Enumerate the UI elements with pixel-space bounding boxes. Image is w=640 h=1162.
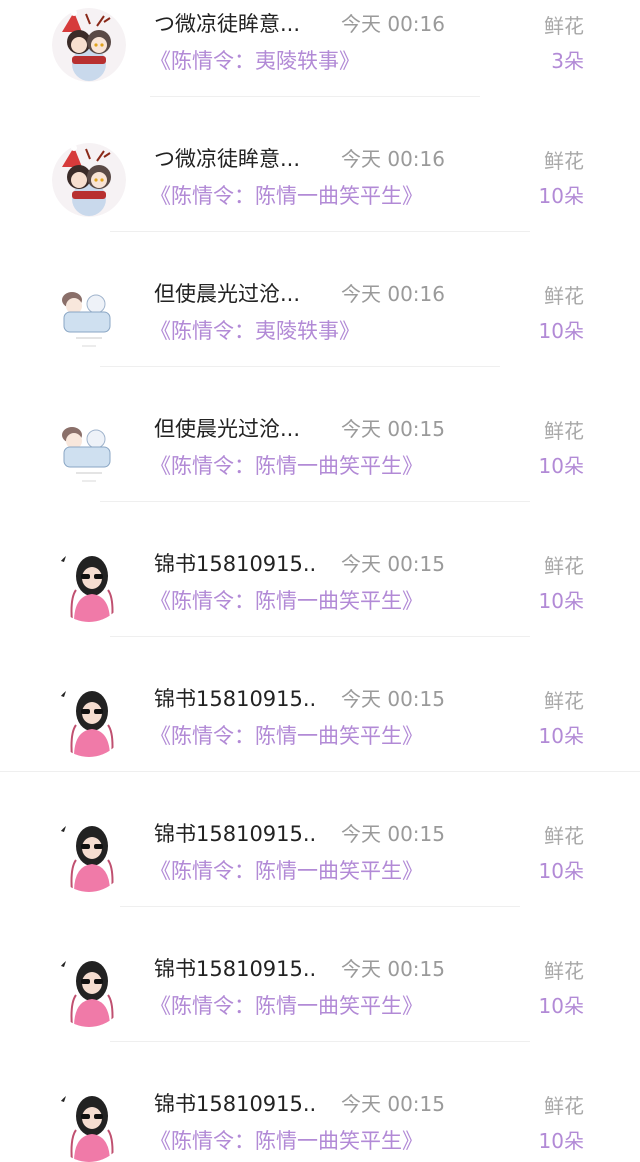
divider xyxy=(150,96,480,97)
list-item[interactable]: 但使晨光过沧... 今天 00:16 鲜花 《陈情令：夷陵轶事》 10朵 xyxy=(0,270,640,405)
user-name: 锦书15810915... xyxy=(154,687,314,711)
timestamp: 今天 00:16 xyxy=(341,147,445,171)
user-name: 锦书15810915... xyxy=(154,1092,314,1116)
couple-avatar-icon xyxy=(52,143,126,217)
list-item[interactable]: つ微凉徒眸意... 今天 00:16 鲜花 《陈情令：陈情一曲笑平生》 10朵 xyxy=(0,135,640,270)
user-name: つ微凉徒眸意... xyxy=(154,147,301,171)
book-title-link[interactable]: 《陈情令：陈情一曲笑平生》 xyxy=(150,182,423,210)
gift-type-label: 鲜花 xyxy=(544,149,584,173)
gift-count: 10朵 xyxy=(538,1129,584,1153)
user-name: 但使晨光过沧... xyxy=(154,417,301,441)
list-item[interactable]: 锦书15810915... 今天 00:15 鲜花 《陈情令：陈情一曲笑平生》 … xyxy=(0,945,640,1080)
girl-sunglasses-avatar-icon xyxy=(52,1088,126,1162)
gift-type-label: 鲜花 xyxy=(544,959,584,983)
list-item[interactable]: つ微凉徒眸意... 今天 00:16 鲜花 《陈情令：夷陵轶事》 3朵 xyxy=(0,0,640,135)
timestamp: 今天 00:15 xyxy=(341,822,445,846)
avatar[interactable] xyxy=(52,1088,126,1162)
gift-type-label: 鲜花 xyxy=(544,689,584,713)
user-name: 锦书15810915... xyxy=(154,957,314,981)
book-title-link[interactable]: 《陈情令：陈情一曲笑平生》 xyxy=(150,452,423,480)
avatar[interactable] xyxy=(52,683,126,757)
gift-count: 10朵 xyxy=(538,859,584,883)
user-name: つ微凉徒眸意... xyxy=(154,12,301,36)
girl-sunglasses-avatar-icon xyxy=(52,818,126,892)
timestamp: 今天 00:16 xyxy=(341,12,445,36)
divider xyxy=(110,231,530,232)
user-name: 锦书15810915... xyxy=(154,822,314,846)
list-item[interactable]: 锦书15810915... 今天 00:15 鲜花 《陈情令：陈情一曲笑平生》 … xyxy=(0,1080,640,1162)
list-item[interactable]: 锦书15810915... 今天 00:15 鲜花 《陈情令：陈情一曲笑平生》 … xyxy=(0,540,640,675)
divider xyxy=(110,636,530,637)
gift-count: 10朵 xyxy=(538,319,584,343)
gift-count: 10朵 xyxy=(538,994,584,1018)
book-title-link[interactable]: 《陈情令：陈情一曲笑平生》 xyxy=(150,1127,423,1155)
timestamp: 今天 00:16 xyxy=(341,282,445,306)
gift-count: 3朵 xyxy=(551,49,584,73)
gift-type-label: 鲜花 xyxy=(544,284,584,308)
divider xyxy=(100,366,500,367)
girl-sunglasses-avatar-icon xyxy=(52,953,126,1027)
divider xyxy=(100,501,530,502)
avatar[interactable] xyxy=(52,548,126,622)
user-name: 但使晨光过沧... xyxy=(154,282,301,306)
sketch-avatar-icon xyxy=(52,278,126,352)
divider xyxy=(0,771,640,772)
book-title-link[interactable]: 《陈情令：夷陵轶事》 xyxy=(150,317,360,345)
sketch-avatar-icon xyxy=(52,413,126,487)
avatar[interactable] xyxy=(52,413,126,487)
book-title-link[interactable]: 《陈情令：陈情一曲笑平生》 xyxy=(150,587,423,615)
book-title-link[interactable]: 《陈情令：陈情一曲笑平生》 xyxy=(150,857,423,885)
gift-count: 10朵 xyxy=(538,589,584,613)
book-title-link[interactable]: 《陈情令：夷陵轶事》 xyxy=(150,47,360,75)
timestamp: 今天 00:15 xyxy=(341,687,445,711)
gift-type-label: 鲜花 xyxy=(544,1094,584,1118)
timestamp: 今天 00:15 xyxy=(341,957,445,981)
gift-count: 10朵 xyxy=(538,454,584,478)
divider xyxy=(120,906,520,907)
gift-type-label: 鲜花 xyxy=(544,14,584,38)
avatar[interactable] xyxy=(52,8,126,82)
divider xyxy=(110,1041,530,1042)
gift-type-label: 鲜花 xyxy=(544,824,584,848)
gift-type-label: 鲜花 xyxy=(544,554,584,578)
book-title-link[interactable]: 《陈情令：陈情一曲笑平生》 xyxy=(150,992,423,1020)
timestamp: 今天 00:15 xyxy=(341,417,445,441)
book-title-link[interactable]: 《陈情令：陈情一曲笑平生》 xyxy=(150,722,423,750)
gift-count: 10朵 xyxy=(538,724,584,748)
gift-type-label: 鲜花 xyxy=(544,419,584,443)
girl-sunglasses-avatar-icon xyxy=(52,683,126,757)
couple-avatar-icon xyxy=(52,8,126,82)
avatar[interactable] xyxy=(52,143,126,217)
user-name: 锦书15810915... xyxy=(154,552,314,576)
timestamp: 今天 00:15 xyxy=(341,1092,445,1116)
girl-sunglasses-avatar-icon xyxy=(52,548,126,622)
avatar[interactable] xyxy=(52,818,126,892)
gift-count: 10朵 xyxy=(538,184,584,208)
list-item[interactable]: 但使晨光过沧... 今天 00:15 鲜花 《陈情令：陈情一曲笑平生》 10朵 xyxy=(0,405,640,540)
avatar[interactable] xyxy=(52,278,126,352)
avatar[interactable] xyxy=(52,953,126,1027)
list-item[interactable]: 锦书15810915... 今天 00:15 鲜花 《陈情令：陈情一曲笑平生》 … xyxy=(0,675,640,810)
list-item[interactable]: 锦书15810915... 今天 00:15 鲜花 《陈情令：陈情一曲笑平生》 … xyxy=(0,810,640,945)
timestamp: 今天 00:15 xyxy=(341,552,445,576)
